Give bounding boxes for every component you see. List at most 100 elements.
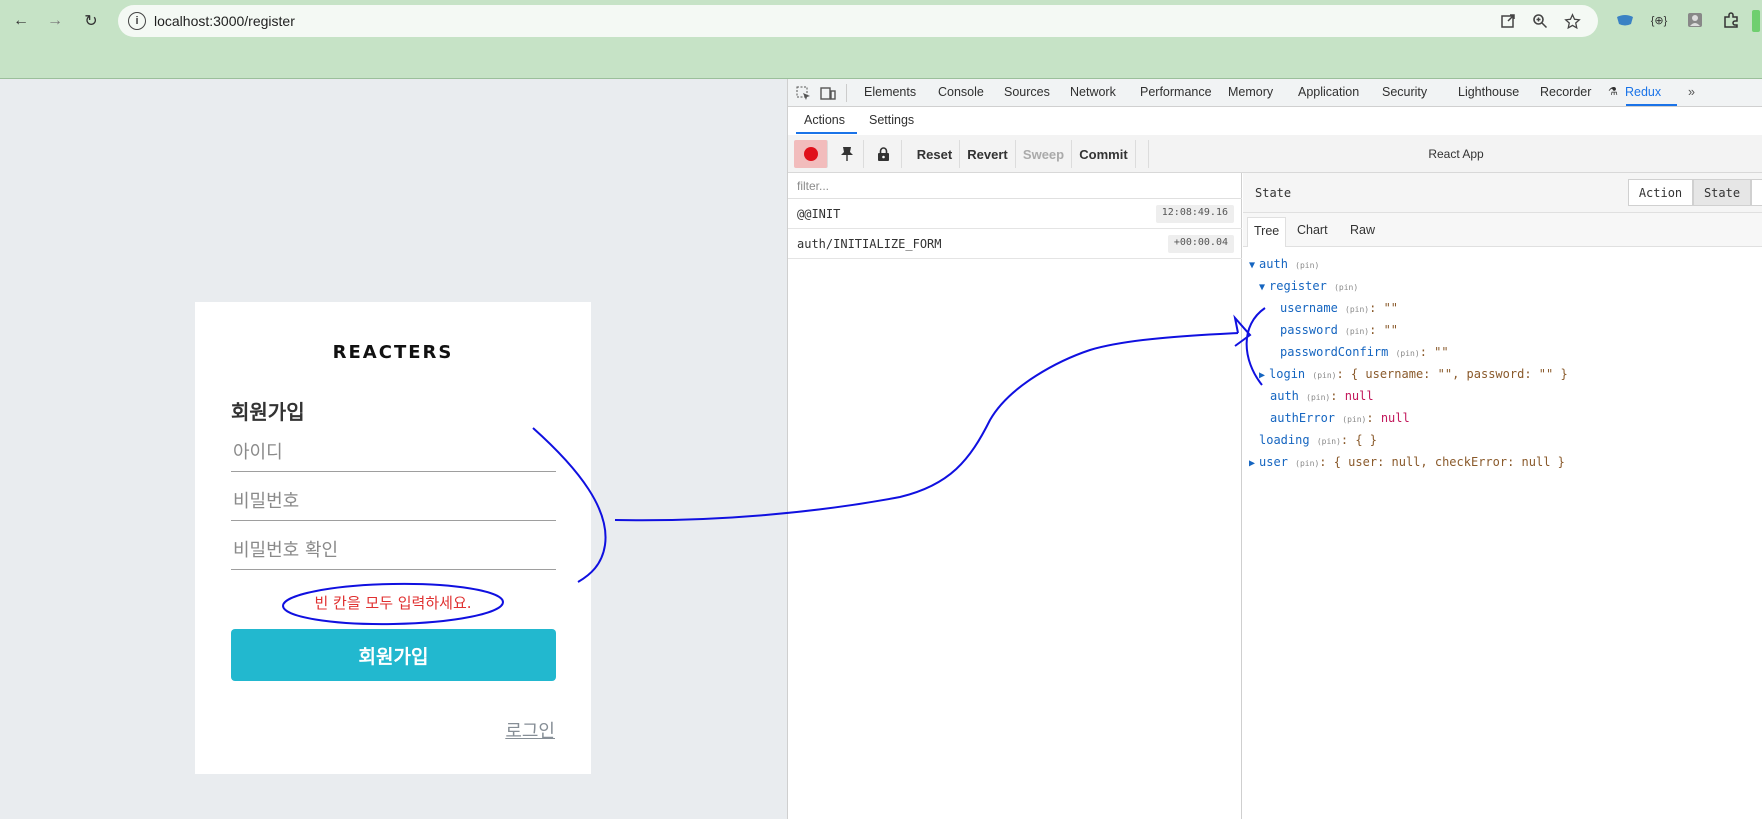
tab-recorder[interactable]: Recorder <box>1540 85 1591 99</box>
tree-node-username[interactable]: username (pin): "" <box>1280 301 1398 315</box>
more-tabs-chevron-icon[interactable]: » <box>1688 85 1695 99</box>
pin-label[interactable]: (pin) <box>1295 261 1319 270</box>
action-name: auth/INITIALIZE_FORM <box>797 237 942 251</box>
tab-network[interactable]: Network <box>1070 85 1116 99</box>
tree-value: : { } <box>1340 433 1378 447</box>
diff-view-button[interactable] <box>1751 179 1762 206</box>
app-logo[interactable]: REACTERS <box>195 342 591 363</box>
tree-key: passwordConfirm <box>1280 345 1389 359</box>
tab-security[interactable]: Security <box>1382 85 1427 99</box>
action-view-button[interactable]: Action <box>1628 179 1693 206</box>
profile-edge-icon <box>1752 10 1760 32</box>
back-arrow-icon[interactable]: ← <box>8 8 34 34</box>
collapsed-arrow-icon: ▶ <box>1249 458 1256 469</box>
password-input[interactable]: 비밀번호 <box>231 481 556 521</box>
form-title: 회원가입 <box>231 400 305 424</box>
tab-chart[interactable]: Chart <box>1297 223 1328 237</box>
pin-label[interactable]: (pin) <box>1306 393 1330 402</box>
tree-node-loading[interactable]: loading (pin): { } <box>1259 433 1377 447</box>
zoom-icon[interactable] <box>1530 11 1550 31</box>
register-button[interactable]: 회원가입 <box>231 629 556 681</box>
pin-button[interactable] <box>830 140 864 168</box>
tree-key: user <box>1259 455 1288 469</box>
site-info-icon[interactable]: i <box>128 12 146 30</box>
tree-node-auth-value[interactable]: auth (pin): null <box>1270 389 1374 403</box>
tree-node-register[interactable]: ▼ register (pin) <box>1259 279 1358 293</box>
record-dot-icon <box>803 147 818 161</box>
reset-button[interactable]: Reset <box>910 140 960 168</box>
device-toolbar-icon[interactable] <box>819 84 837 102</box>
tab-application[interactable]: Application <box>1298 85 1359 99</box>
reload-icon[interactable]: ↻ <box>78 8 104 34</box>
login-link[interactable]: 로그인 <box>505 717 555 743</box>
tree-node-auth-error[interactable]: authError (pin): null <box>1270 411 1410 425</box>
auth-card: REACTERS 회원가입 아이디 비밀번호 비밀번호 확인 빈 칸을 모두 입… <box>195 302 591 774</box>
pin-label[interactable]: (pin) <box>1345 305 1369 314</box>
tree-node-password-confirm[interactable]: passwordConfirm (pin): "" <box>1280 345 1449 359</box>
active-tab-indicator <box>1626 104 1677 106</box>
tab-sources[interactable]: Sources <box>1004 85 1050 99</box>
tab-performance[interactable]: Performance <box>1140 85 1212 99</box>
pin-label[interactable]: (pin) <box>1334 283 1358 292</box>
state-view-button[interactable]: State <box>1693 179 1751 206</box>
bookmark-star-icon[interactable] <box>1562 11 1582 31</box>
tree-node-login[interactable]: ▶ login (pin): { username: "", password: … <box>1259 367 1568 381</box>
pin-label[interactable]: (pin) <box>1312 371 1336 380</box>
instance-selector[interactable]: React App <box>1148 140 1762 168</box>
extension-json-icon[interactable]: {⊕} <box>1648 9 1670 31</box>
tab-redux[interactable]: Redux <box>1625 85 1661 99</box>
tree-key: auth <box>1270 389 1299 403</box>
extensions-puzzle-icon[interactable] <box>1720 9 1742 31</box>
tabbar-divider <box>846 84 847 102</box>
tree-node-auth[interactable]: ▼ auth (pin) <box>1249 257 1319 271</box>
app-page: REACTERS 회원가입 아이디 비밀번호 비밀번호 확인 빈 칸을 모두 입… <box>0 79 787 819</box>
tab-lighthouse[interactable]: Lighthouse <box>1458 85 1519 99</box>
tree-node-password[interactable]: password (pin): "" <box>1280 323 1398 337</box>
commit-button[interactable]: Commit <box>1072 140 1136 168</box>
pin-label[interactable]: (pin) <box>1342 415 1366 424</box>
pin-label[interactable]: (pin) <box>1396 349 1420 358</box>
tab-console[interactable]: Console <box>938 85 984 99</box>
tree-key: authError <box>1270 411 1336 425</box>
tab-tree[interactable]: Tree <box>1247 217 1287 247</box>
pin-label[interactable]: (pin) <box>1345 327 1369 336</box>
tab-memory[interactable]: Memory <box>1228 85 1273 99</box>
action-name: @@INIT <box>797 207 841 221</box>
tab-elements[interactable]: Elements <box>864 85 916 99</box>
expanded-arrow-icon: ▼ <box>1249 260 1256 271</box>
forward-arrow-icon[interactable]: → <box>42 8 68 34</box>
tree-key: register <box>1269 279 1327 293</box>
action-list: filter... @@INIT 12:08:49.16 auth/INITIA… <box>788 173 1242 819</box>
extension-profile-icon[interactable] <box>1684 9 1706 31</box>
subtab-settings[interactable]: Settings <box>869 113 914 127</box>
tree-node-user[interactable]: ▶ user (pin): { user: null, checkError: n… <box>1249 455 1565 469</box>
pin-label[interactable]: (pin) <box>1317 437 1341 446</box>
tree-key: auth <box>1259 257 1288 271</box>
record-button[interactable] <box>794 140 828 168</box>
address-bar[interactable]: i localhost:3000/register <box>118 5 1598 37</box>
sweep-button[interactable]: Sweep <box>1016 140 1072 168</box>
extension-redux-icon[interactable] <box>1614 9 1636 31</box>
tree-value: null <box>1380 411 1410 425</box>
revert-button[interactable]: Revert <box>960 140 1016 168</box>
redux-toolbar: Reset Revert Sweep Commit React App <box>788 135 1762 173</box>
pin-label[interactable]: (pin) <box>1295 459 1319 468</box>
subtab-actions[interactable]: Actions <box>804 113 845 127</box>
tree-value: : "" <box>1369 301 1399 315</box>
address-url[interactable]: localhost:3000/register <box>154 13 295 29</box>
browser-toolbar: ← → ↻ i localhost:3000/register {⊕} <box>0 0 1762 79</box>
tree-value: : { user: null, checkError: null } <box>1319 455 1565 469</box>
redux-subtabs: Actions Settings <box>788 107 1762 135</box>
tab-raw[interactable]: Raw <box>1350 223 1375 237</box>
open-in-new-icon[interactable] <box>1498 11 1518 31</box>
tree-tabs: Tree Chart Raw <box>1243 213 1762 247</box>
lock-button[interactable] <box>866 140 902 168</box>
action-row[interactable]: auth/INITIALIZE_FORM +00:00.04 <box>788 229 1242 259</box>
inspect-element-icon[interactable] <box>794 84 812 102</box>
tree-key: username <box>1280 301 1338 315</box>
password-confirm-input[interactable]: 비밀번호 확인 <box>231 530 556 570</box>
lock-icon <box>878 146 889 161</box>
action-row[interactable]: @@INIT 12:08:49.16 <box>788 199 1242 229</box>
filter-input[interactable]: filter... <box>788 173 1242 199</box>
username-input[interactable]: 아이디 <box>231 432 556 472</box>
